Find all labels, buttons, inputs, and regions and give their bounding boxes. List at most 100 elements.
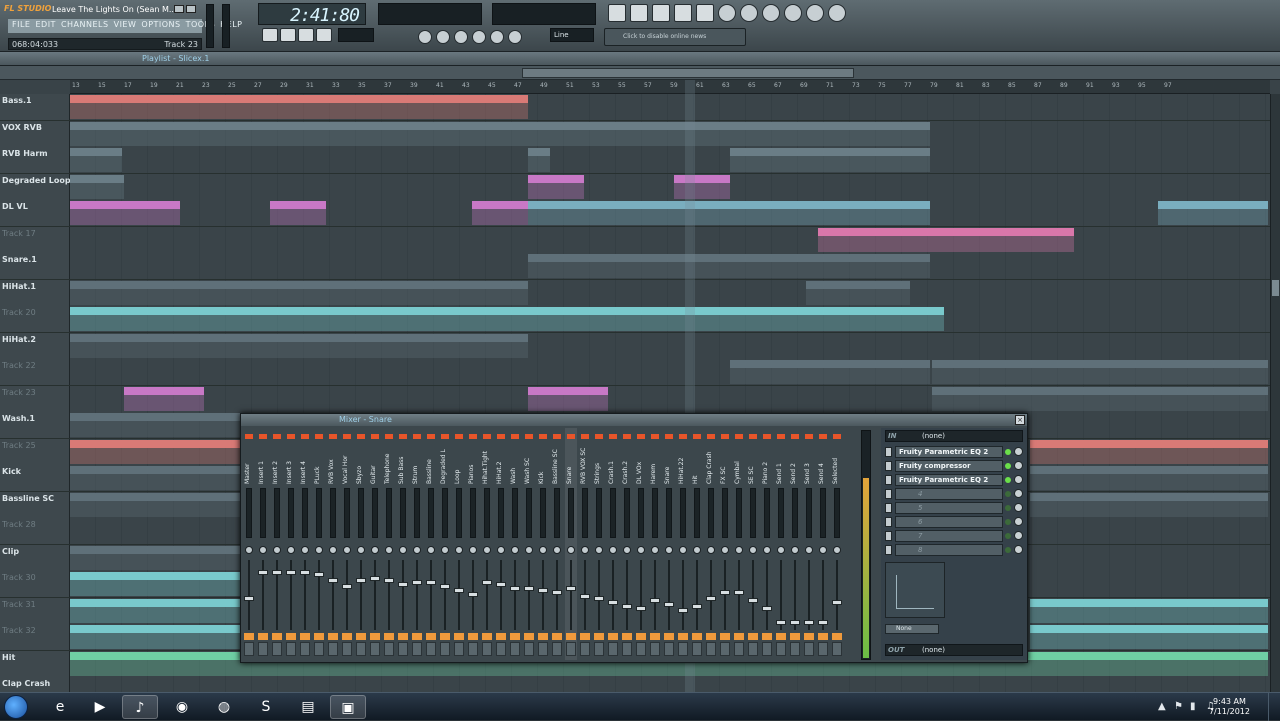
strip-route-button[interactable] xyxy=(762,642,772,656)
mixer-strip[interactable]: Bassline SC xyxy=(551,428,563,660)
volume-fader[interactable] xyxy=(622,604,632,609)
fx-enable-button[interactable] xyxy=(258,633,268,640)
slot-enable-led[interactable] xyxy=(1005,463,1011,469)
menu-view[interactable]: VIEW xyxy=(114,20,137,32)
effect-slot[interactable]: Fruity compressor xyxy=(885,460,1023,472)
strip-route-button[interactable] xyxy=(426,642,436,656)
pan-knob[interactable] xyxy=(385,546,393,554)
fx-enable-button[interactable] xyxy=(328,633,338,640)
fx-enable-button[interactable] xyxy=(412,633,422,640)
pattern-clip[interactable] xyxy=(1030,439,1268,464)
menu-edit[interactable]: EDIT xyxy=(35,20,55,32)
pattern-clip[interactable]: lead_vocal - Part_2 xyxy=(1158,201,1268,225)
fx-enable-button[interactable] xyxy=(370,633,380,640)
strip-route-button[interactable] xyxy=(776,642,786,656)
fx-enable-button[interactable] xyxy=(566,633,576,640)
volume-fader[interactable] xyxy=(818,620,828,625)
pan-knob[interactable] xyxy=(497,546,505,554)
flag-icon[interactable]: ⚑ xyxy=(1174,701,1183,712)
volume-fader[interactable] xyxy=(342,584,352,589)
mixer-strip[interactable]: Crash.2 xyxy=(621,428,633,660)
slot-enable-led[interactable] xyxy=(1005,547,1011,553)
slot-menu-arrow-icon[interactable] xyxy=(885,503,892,513)
strip-route-button[interactable] xyxy=(692,642,702,656)
mixer-strip[interactable]: Crash.1 xyxy=(607,428,619,660)
pattern-clip[interactable]: HiHat xyxy=(806,280,910,305)
pan-knob[interactable] xyxy=(343,546,351,554)
strip-route-button[interactable] xyxy=(398,642,408,656)
volume-fader[interactable] xyxy=(664,602,674,607)
mixer-strip[interactable]: Send 3 xyxy=(803,428,815,660)
pan-knob[interactable] xyxy=(567,546,575,554)
strip-route-button[interactable] xyxy=(608,642,618,656)
fx-enable-button[interactable] xyxy=(636,633,646,640)
volume-fader[interactable] xyxy=(762,606,772,611)
fx-enable-button[interactable] xyxy=(748,633,758,640)
mixer-strip[interactable]: Degraded L xyxy=(439,428,451,660)
fx-enable-button[interactable] xyxy=(356,633,366,640)
strip-route-button[interactable] xyxy=(342,642,352,656)
track-lane[interactable]: VEC3 Cymbals Cra... VEC3 Cymbals Cra... xyxy=(70,173,1270,200)
mixer-strip[interactable]: Snare xyxy=(663,428,675,660)
mixer-strip[interactable]: Strings xyxy=(593,428,605,660)
internet-explorer-icon[interactable]: e xyxy=(42,695,78,719)
pan-knob[interactable] xyxy=(413,546,421,554)
volume-fader[interactable] xyxy=(566,586,576,591)
mixer-strip[interactable]: Selected xyxy=(831,428,843,660)
mixer-titlebar[interactable]: Mixer - Snare × xyxy=(241,414,1027,426)
slot-menu-arrow-icon[interactable] xyxy=(885,531,892,541)
slot-menu-arrow-icon[interactable] xyxy=(885,545,892,555)
mixer-strip[interactable]: RVB VOX SC xyxy=(579,428,591,660)
pan-knob[interactable] xyxy=(637,546,645,554)
fx-enable-button[interactable] xyxy=(776,633,786,640)
effect-slot[interactable]: 6 xyxy=(885,516,1023,528)
menu-options[interactable]: OPTIONS xyxy=(141,20,180,32)
mixer-strip[interactable]: FX SC xyxy=(719,428,731,660)
strip-route-button[interactable] xyxy=(538,642,548,656)
eq-graph[interactable] xyxy=(885,562,945,618)
volume-fader[interactable] xyxy=(692,604,702,609)
pan-knob[interactable] xyxy=(511,546,519,554)
tools-icon[interactable] xyxy=(784,4,802,22)
volume-fader[interactable] xyxy=(510,586,520,591)
pattern-clip[interactable]: dance_percussion - Part_1 xyxy=(528,201,930,225)
pattern-clip[interactable]: Stab xyxy=(1030,466,1268,490)
step-sequencer-icon[interactable] xyxy=(630,4,648,22)
volume-fader[interactable] xyxy=(244,596,254,601)
pan-knob[interactable] xyxy=(763,546,771,554)
pan-knob[interactable] xyxy=(441,546,449,554)
pattern-clip[interactable]: VOX RVB xyxy=(70,121,930,146)
slot-mix-knob[interactable] xyxy=(1014,475,1023,484)
pan-knob[interactable] xyxy=(273,546,281,554)
pattern-clip[interactable]: Stab xyxy=(1030,492,1268,517)
pattern-clip[interactable]: Clap xyxy=(70,545,240,570)
mixer-strip[interactable]: HiHat.2 xyxy=(495,428,507,660)
stop-button[interactable] xyxy=(298,28,314,42)
strip-route-button[interactable] xyxy=(832,642,842,656)
pattern-clip[interactable] xyxy=(70,439,240,464)
slot-selector[interactable]: 8 xyxy=(895,544,1003,556)
pattern-clip[interactable] xyxy=(70,572,240,596)
track-lane[interactable]: HiHat.2 xyxy=(70,332,1270,359)
pan-knob[interactable] xyxy=(833,546,841,554)
slot-selector[interactable]: 4 xyxy=(895,488,1003,500)
track-lane[interactable]: VEC3 RVB Harm xyxy=(70,147,1270,173)
track-header[interactable]: Bassline SC xyxy=(0,491,70,518)
track-lane[interactable] xyxy=(70,306,1270,332)
fx-enable-button[interactable] xyxy=(286,633,296,640)
mixer-strip[interactable]: Guitar xyxy=(369,428,381,660)
strip-route-button[interactable] xyxy=(720,642,730,656)
slot-enable-led[interactable] xyxy=(1005,505,1011,511)
output-selector[interactable]: OUT (none) xyxy=(885,644,1023,656)
slot-enable-led[interactable] xyxy=(1005,519,1011,525)
slot-enable-led[interactable] xyxy=(1005,449,1011,455)
mixer-strip[interactable]: Kick xyxy=(537,428,549,660)
volume-fader[interactable] xyxy=(776,620,786,625)
strip-route-button[interactable] xyxy=(412,642,422,656)
skype-icon[interactable]: S xyxy=(248,695,284,719)
track-header[interactable]: Track 17 xyxy=(0,226,70,253)
volume-fader[interactable] xyxy=(706,596,716,601)
fx-enable-button[interactable] xyxy=(398,633,408,640)
volume-fader[interactable] xyxy=(412,580,422,585)
mixer-close-button[interactable]: × xyxy=(1015,415,1025,425)
